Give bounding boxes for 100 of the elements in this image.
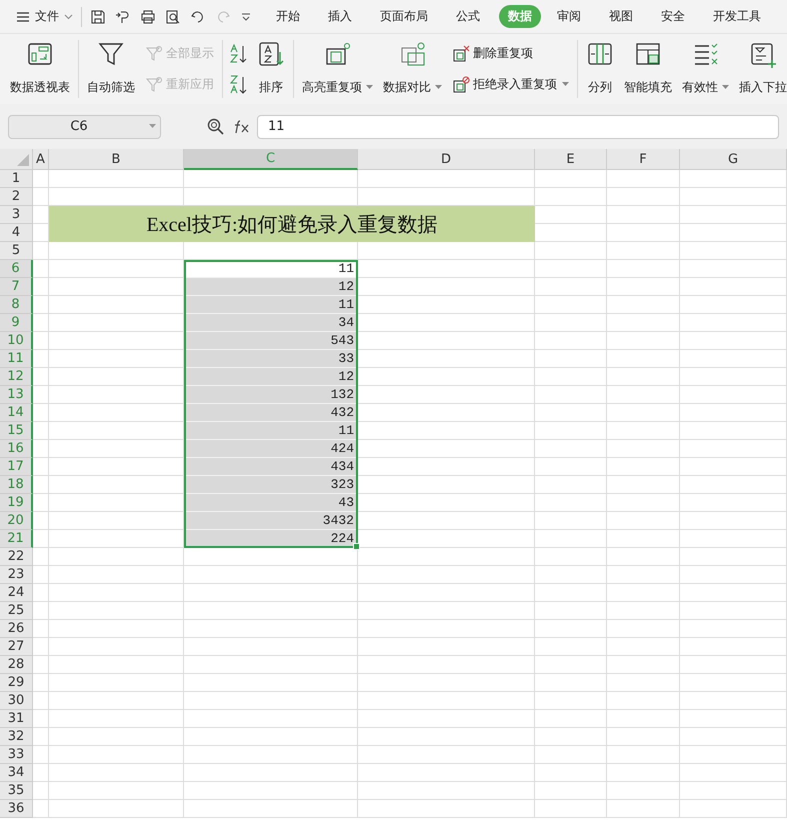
ribbon-tab[interactable]: 开发工具 (704, 5, 770, 28)
table-cell (535, 530, 607, 548)
table-cell (535, 278, 607, 296)
row-header[interactable]: 23 (0, 566, 33, 584)
table-cell (33, 476, 49, 494)
row-header[interactable]: 26 (0, 620, 33, 638)
table-cell: 323 (184, 476, 358, 494)
row-header[interactable]: 36 (0, 800, 33, 818)
row-header[interactable]: 31 (0, 710, 33, 728)
row-header[interactable]: 24 (0, 584, 33, 602)
table-cell (33, 296, 49, 314)
file-menu[interactable]: 文件 (14, 6, 75, 27)
table-cell (33, 746, 49, 764)
ribbon-tab[interactable]: 审阅 (548, 5, 590, 28)
ribbon-button[interactable]: 排序 (255, 34, 287, 104)
table-cell (535, 656, 607, 674)
table-cell (535, 512, 607, 530)
table-cell (33, 404, 49, 422)
ribbon-button[interactable]: 插入下拉 (737, 34, 787, 104)
ribbon-button[interactable]: 删除重复项 (450, 44, 571, 64)
ribbon-button[interactable]: 高亮重复项 (300, 34, 375, 104)
table-cell (535, 548, 607, 566)
table-cell (33, 530, 49, 548)
table-cell (33, 566, 49, 584)
column-header[interactable]: D (358, 149, 535, 170)
ribbon-tab[interactable]: 页面布局 (371, 5, 437, 28)
row-header[interactable]: 2 (0, 188, 33, 206)
table-cell: 424 (184, 440, 358, 458)
sort-ascending-icon[interactable] (229, 42, 249, 64)
triangle-icon (17, 154, 29, 166)
table-cell: 434 (184, 458, 358, 476)
sort-descending-icon[interactable] (229, 74, 249, 96)
row-header[interactable]: 28 (0, 656, 33, 674)
table-cell (535, 188, 607, 206)
table-cell: 432 (184, 404, 358, 422)
ribbon-button[interactable]: 拒绝录入重复项 (450, 74, 571, 94)
column-header[interactable]: B (49, 149, 184, 170)
table-cell (535, 494, 607, 512)
row-header[interactable]: 29 (0, 674, 33, 692)
print-icon[interactable] (140, 8, 156, 24)
zoom-icon[interactable] (207, 118, 225, 136)
ribbon-button[interactable]: 分列 (584, 34, 616, 104)
name-box[interactable]: C6 (8, 114, 161, 138)
row-header[interactable]: 34 (0, 764, 33, 782)
table-cell (535, 566, 607, 584)
column-header[interactable]: E (535, 149, 607, 170)
table-cell (33, 602, 49, 620)
row-header[interactable]: 22 (0, 548, 33, 566)
table-cell (33, 782, 49, 800)
row-header[interactable]: 3 (0, 206, 33, 224)
ribbon-tab[interactable]: 视图 (600, 5, 642, 28)
row-header[interactable]: 27 (0, 638, 33, 656)
delete-duplicates-icon (452, 44, 470, 62)
column-header[interactable]: G (680, 149, 787, 170)
table-cell (535, 746, 607, 764)
table-cell (535, 476, 607, 494)
ribbon-button[interactable]: 有效性 (680, 34, 731, 104)
table-cell (33, 458, 49, 476)
ribbon-button[interactable]: 数据对比 (381, 34, 444, 104)
row-header[interactable]: 1 (0, 170, 33, 188)
save-icon[interactable] (90, 8, 106, 24)
table-cell: 11 (184, 422, 358, 440)
column-header[interactable]: A (33, 149, 49, 170)
table-cell (535, 332, 607, 350)
format-painter-icon[interactable] (115, 8, 131, 24)
table-cell (535, 674, 607, 692)
ribbon-button[interactable]: 数据透视表 (8, 34, 72, 104)
ribbon-tab[interactable]: 公式 (447, 5, 489, 28)
formula-field[interactable]: 11 (257, 114, 779, 138)
table-cell (33, 710, 49, 728)
undo-icon[interactable] (190, 8, 206, 24)
row-header[interactable]: 4 (0, 224, 33, 242)
funnel-icon (145, 76, 163, 94)
row-header[interactable]: 5 (0, 242, 33, 260)
row-header[interactable]: 30 (0, 692, 33, 710)
row-header[interactable]: 32 (0, 728, 33, 746)
print-preview-icon[interactable] (165, 8, 181, 24)
table-cell (33, 674, 49, 692)
table-cell (535, 440, 607, 458)
table-cell (535, 170, 607, 188)
sort-icon (257, 40, 285, 68)
row-header[interactable]: 35 (0, 782, 33, 800)
table-cell (535, 584, 607, 602)
table-cell (33, 584, 49, 602)
ribbon-tab[interactable]: 安全 (652, 5, 694, 28)
ribbon-button[interactable]: 自动筛选 (85, 34, 137, 104)
row-header[interactable]: 33 (0, 746, 33, 764)
ribbon-tab[interactable]: 开始 (267, 5, 309, 28)
row-header[interactable]: 25 (0, 602, 33, 620)
column-header[interactable]: F (607, 149, 680, 170)
table-cell (535, 314, 607, 332)
compare-icon (398, 40, 426, 68)
table-cell (33, 314, 49, 332)
dropdown-icon[interactable] (240, 10, 252, 22)
function-icon[interactable] (233, 118, 251, 134)
table-cell (33, 692, 49, 710)
table-cell: Excel技巧:如何避免录入重复数据 (49, 206, 535, 242)
table-cell (535, 728, 607, 746)
ribbon-tab[interactable]: 插入 (319, 5, 361, 28)
ribbon-button[interactable]: 智能填充 (622, 34, 674, 104)
